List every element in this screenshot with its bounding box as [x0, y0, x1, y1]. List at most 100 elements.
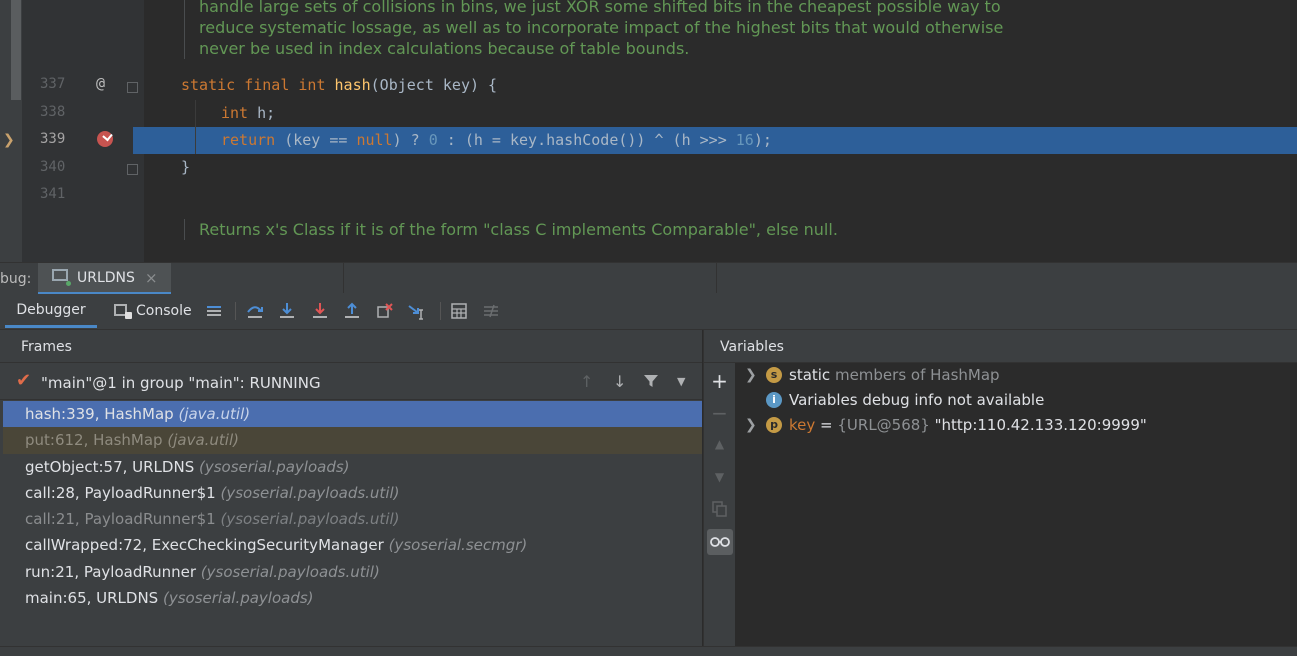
code-keyword: return	[221, 131, 285, 149]
move-up-arrow-icon[interactable]: ▲	[704, 437, 735, 451]
thread-selector[interactable]: ✔ "main"@1 in group "main": RUNNING ↑ ↓ …	[0, 363, 702, 400]
console-icon	[114, 304, 132, 319]
editor-left-strip	[0, 0, 22, 262]
stack-frame[interactable]: main:65, URLDNS (ysoserial.payloads)	[3, 585, 702, 611]
layout-menu-icon[interactable]	[205, 302, 223, 320]
tab-console[interactable]: Console	[114, 294, 192, 328]
code-editor[interactable]: 337 338 339 340 341 @ ❯ handle large set…	[0, 0, 1297, 262]
code-number: 16	[735, 131, 754, 149]
code-method-name: hash	[334, 76, 371, 94]
dropdown-chevron-down-icon[interactable]: ▼	[677, 375, 685, 388]
frame-method: put:612, HashMap	[25, 431, 168, 450]
frame-package: (ysoserial.payloads.util)	[220, 510, 400, 529]
variable-ref: {URL@568}	[837, 416, 935, 434]
editor-gutter[interactable]: 337 338 339 340 341 @	[22, 0, 144, 262]
stack-frame[interactable]: put:612, HashMap (java.util)	[3, 427, 702, 454]
filter-icon[interactable]	[643, 373, 659, 389]
doc-line: handle large sets of collisions in bins,…	[199, 0, 1001, 16]
frame-package: (ysoserial.payloads)	[162, 589, 314, 608]
drop-frame-icon[interactable]	[376, 302, 394, 320]
expand-chevron-right-icon[interactable]: ❯	[745, 413, 757, 437]
stack-frame[interactable]: getObject:57, URLDNS (ysoserial.payloads…	[3, 454, 702, 480]
frames-header: Frames	[0, 330, 702, 363]
frame-method: callWrapped:72, ExecCheckingSecurityMana…	[25, 536, 389, 555]
remove-watch-minus-icon[interactable]: −	[704, 401, 735, 425]
add-watch-plus-icon[interactable]: +	[704, 369, 735, 393]
next-frame-arrow-icon[interactable]: ↓	[613, 372, 626, 391]
frame-method: getObject:57, URLDNS	[25, 457, 199, 476]
variable-info-text: Variables debug info not available	[789, 391, 1045, 409]
stack-frame[interactable]: call:28, PayloadRunner$1 (ysoserial.payl…	[3, 480, 702, 506]
fold-marker-icon[interactable]	[127, 164, 138, 175]
doc-line: reduce systematic lossage, as well as to…	[199, 18, 1004, 37]
code-keyword: null	[356, 131, 393, 149]
fold-marker-icon[interactable]	[127, 82, 138, 93]
code-line-340[interactable]: }	[181, 154, 190, 181]
breakpoint-icon[interactable]	[97, 131, 113, 147]
line-number: 340	[40, 159, 66, 175]
application-icon	[52, 269, 68, 281]
code-text: (key ==	[284, 131, 357, 149]
execution-point-arrow-icon: ❯	[3, 132, 15, 148]
variables-title: Variables	[720, 339, 784, 355]
stack-frame[interactable]: hash:339, HashMap (java.util)	[3, 401, 702, 428]
trace-current-stream-icon[interactable]	[482, 302, 500, 320]
line-number: 341	[40, 186, 66, 202]
variable-equals: =	[815, 416, 838, 434]
tab-console-label: Console	[136, 303, 192, 319]
override-marker-icon[interactable]: @	[96, 74, 105, 92]
divider	[343, 263, 344, 293]
frame-method: run:21, PayloadRunner	[25, 562, 201, 581]
variables-side-toolbar: + − ▲ ▼	[703, 363, 736, 646]
code-text: (Object key) {	[370, 76, 498, 94]
doc-comment-bottom: Returns x's Class if it is of the form "…	[184, 219, 838, 240]
duplicate-watch-icon[interactable]	[712, 501, 727, 517]
evaluate-expression-icon[interactable]	[450, 302, 468, 320]
static-members-icon: s	[766, 367, 782, 383]
variables-tree[interactable]: ❯ s static members of HashMap i Variable…	[735, 363, 1297, 646]
frame-package: (ysoserial.secmgr)	[388, 536, 528, 555]
variable-detail: members of HashMap	[830, 366, 1000, 384]
run-to-cursor-icon[interactable]	[408, 302, 426, 320]
debug-window-title: bug:	[0, 271, 32, 287]
variable-name: static	[789, 366, 831, 384]
thread-label: "main"@1 in group "main": RUNNING	[41, 374, 321, 392]
editor-scroll-thumb[interactable]	[11, 0, 21, 100]
stack-frame[interactable]: callWrapped:72, ExecCheckingSecurityMana…	[3, 532, 702, 558]
code-line-338[interactable]: int h;	[221, 100, 275, 127]
run-config-tab[interactable]: URLDNS ×	[38, 263, 171, 295]
stack-frame[interactable]: run:21, PayloadRunner (ysoserial.payload…	[3, 559, 702, 585]
debugger-toolbar: Debugger Console	[0, 294, 1297, 330]
move-down-arrow-icon[interactable]: ▼	[704, 470, 735, 484]
force-step-into-icon[interactable]	[311, 302, 329, 320]
frame-package: (ysoserial.payloads.util)	[200, 562, 380, 581]
previous-frame-arrow-icon[interactable]: ↑	[580, 372, 593, 391]
doc-comment-top: handle large sets of collisions in bins,…	[184, 0, 1003, 59]
step-out-icon[interactable]	[343, 302, 361, 320]
show-watches-glasses-icon[interactable]	[707, 529, 733, 555]
line-number: 338	[40, 104, 66, 120]
frame-package: (java.util)	[178, 405, 251, 423]
frame-method: call:28, PayloadRunner$1	[25, 483, 221, 502]
frame-method: main:65, URLDNS	[25, 589, 163, 608]
thread-suspended-check-icon: ✔	[16, 370, 32, 391]
step-over-icon[interactable]	[246, 302, 264, 320]
frame-package: (ysoserial.payloads.util)	[220, 483, 400, 502]
code-line-339[interactable]: return (key == null) ? 0 : (h = key.hash…	[221, 127, 772, 154]
running-indicator-icon	[66, 281, 71, 286]
frame-method: hash:339, HashMap	[25, 405, 179, 423]
tab-debugger[interactable]: Debugger	[5, 294, 97, 328]
frame-package: (java.util)	[167, 431, 239, 450]
step-into-icon[interactable]	[278, 302, 296, 320]
frames-title: Frames	[21, 339, 72, 355]
stack-frame[interactable]: call:21, PayloadRunner$1 (ysoserial.payl…	[3, 506, 702, 532]
frames-list[interactable]: hash:339, HashMap (java.util) put:612, H…	[3, 401, 702, 611]
code-text: h;	[257, 104, 276, 122]
code-keyword: int	[221, 104, 258, 122]
close-tab-icon[interactable]: ×	[145, 269, 158, 287]
toolbar-separator	[235, 302, 236, 320]
code-line-337[interactable]: static final int hash(Object key) {	[181, 72, 497, 99]
expand-chevron-right-icon[interactable]: ❯	[745, 363, 757, 387]
doc-line: never be used in index calculations beca…	[199, 39, 690, 58]
frames-panel: Frames ✔ "main"@1 in group "main": RUNNI…	[0, 330, 702, 655]
